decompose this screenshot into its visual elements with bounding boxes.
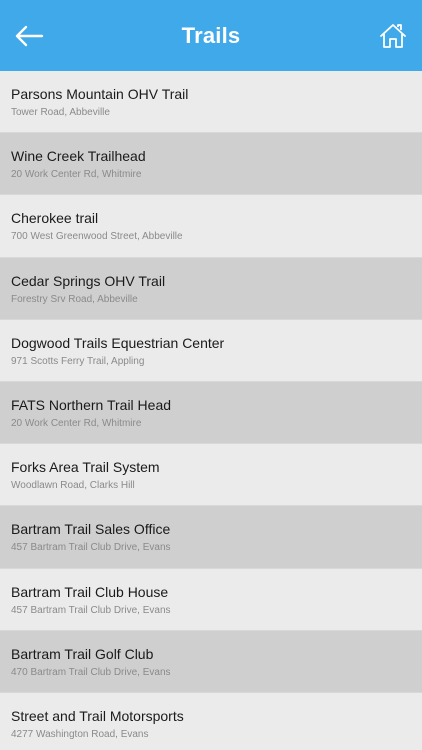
trail-address: 20 Work Center Rd, Whitmire [11,169,142,181]
trail-address: Tower Road, Abbeville [11,107,110,118]
home-button[interactable] [378,20,408,52]
home-icon [380,24,406,48]
trail-address: 20 Work Center Rd, Whitmire [11,417,142,429]
nav-bar: Trails [0,0,422,71]
list-item[interactable]: Forks Area Trail System Woodlawn Road, Cl… [0,444,422,507]
trail-address: Woodlawn Road, Clarks Hill [11,480,135,492]
list-item[interactable]: Cherokee trail 700 West Greenwood Street,… [0,195,422,258]
list-item[interactable]: Bartram Trail Sales Office 457 Bartram Tr… [0,506,422,569]
trail-address: 457 Bartram Trail Club Drive, Evans [11,604,171,616]
trail-name: Parsons Mountain OHV Trail [11,86,189,102]
page-title: Trails [181,22,241,48]
trail-name: Forks Area Trail System [11,459,160,476]
trail-name: Dogwood Trails Equestrian Center [11,334,225,351]
list-item[interactable]: Cedar Springs OHV Trail Forestry Srv Road… [0,257,422,320]
trail-name: Bartram Trail Club House [11,583,169,600]
list-item[interactable]: Bartram Trail Club House 457 Bartram Trai… [0,568,422,631]
trail-address: Forestry Srv Road, Abbeville [11,293,138,305]
trail-name: Bartram Trail Golf Club [11,645,154,662]
trail-address: 457 Bartram Trail Club Drive, Evans [11,542,171,554]
trail-address: 971 Scotts Ferry Trail, Appling [11,355,145,367]
back-arrow-icon [15,25,44,47]
list-item[interactable]: Wine Creek Trailhead 20 Work Center Rd, W… [0,133,422,196]
list-item[interactable]: Bartram Trail Golf Club 470 Bartram Trail… [0,630,422,693]
trail-list: Parsons Mountain OHV Trail Tower Road, Ab… [0,71,422,750]
trail-address: 470 Bartram Trail Club Drive, Evans [11,666,171,678]
list-item[interactable]: Dogwood Trails Equestrian Center 971 Scot… [0,319,422,382]
list-item[interactable]: Street and Trail Motorsports 4277 Washing… [0,692,422,750]
trail-name: Bartram Trail Sales Office [11,521,171,538]
trail-name: FATS Northern Trail Head [11,396,172,413]
trail-name: Cherokee trail [11,210,99,227]
list-item[interactable]: Parsons Mountain OHV Trail Tower Road, Ab… [0,71,422,134]
trail-name: Cedar Springs OHV Trail [11,272,166,289]
trail-address: 700 West Greenwood Street, Abbeville [11,231,183,243]
trail-name: Wine Creek Trailhead [11,148,146,165]
trail-address: 4277 Washington Road, Evans [11,728,149,740]
list-item[interactable]: FATS Northern Trail Head 20 Work Center R… [0,381,422,445]
back-button[interactable] [12,20,46,52]
trail-name: Street and Trail Motorsports [11,707,184,724]
